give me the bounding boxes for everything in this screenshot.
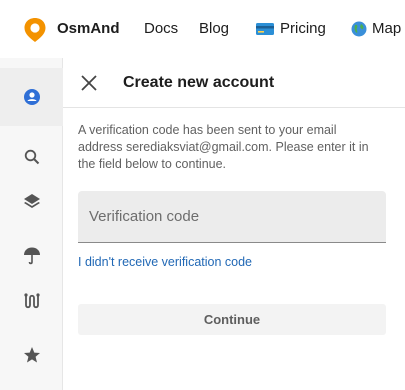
- sidebar-item-account[interactable]: [0, 68, 63, 126]
- left-sidebar: [0, 58, 63, 390]
- star-icon: [23, 347, 40, 363]
- weather-umbrella-icon: [23, 247, 40, 265]
- nav-link-map-label: Map: [372, 20, 402, 37]
- resend-code-link[interactable]: I didn't receive verification code: [78, 255, 252, 269]
- brand-name[interactable]: OsmAnd: [57, 20, 120, 37]
- nav-link-map[interactable]: Map: [351, 20, 401, 37]
- close-icon[interactable]: [79, 73, 99, 93]
- nav-link-blog[interactable]: Blog: [199, 20, 229, 37]
- sidebar-item-layers[interactable]: [0, 172, 63, 230]
- top-navbar: OsmAnd Docs Blog Pricing Map: [0, 0, 405, 58]
- panel-header: Create new account: [63, 58, 405, 108]
- search-icon: [24, 149, 39, 165]
- sidebar-item-favorites[interactable]: [0, 326, 63, 384]
- nav-link-pricing[interactable]: Pricing: [256, 20, 326, 37]
- verification-code-field[interactable]: [78, 191, 386, 243]
- route-icon: [23, 293, 40, 309]
- layers-icon: [23, 194, 40, 208]
- account-icon: [23, 89, 40, 105]
- nav-link-pricing-label: Pricing: [280, 20, 326, 37]
- globe-icon: [351, 21, 367, 36]
- panel-title: Create new account: [123, 74, 275, 91]
- verification-message: A verification code has been sent to you…: [78, 123, 369, 171]
- continue-button[interactable]: Continue: [78, 304, 386, 335]
- verification-code-input[interactable]: [78, 191, 386, 242]
- nav-link-docs[interactable]: Docs: [144, 20, 178, 37]
- sidebar-item-routes[interactable]: [0, 272, 63, 330]
- osmand-logo-icon[interactable]: [23, 17, 47, 43]
- create-account-panel: Create new account A verification code h…: [63, 58, 405, 390]
- credit-card-icon: [256, 22, 274, 35]
